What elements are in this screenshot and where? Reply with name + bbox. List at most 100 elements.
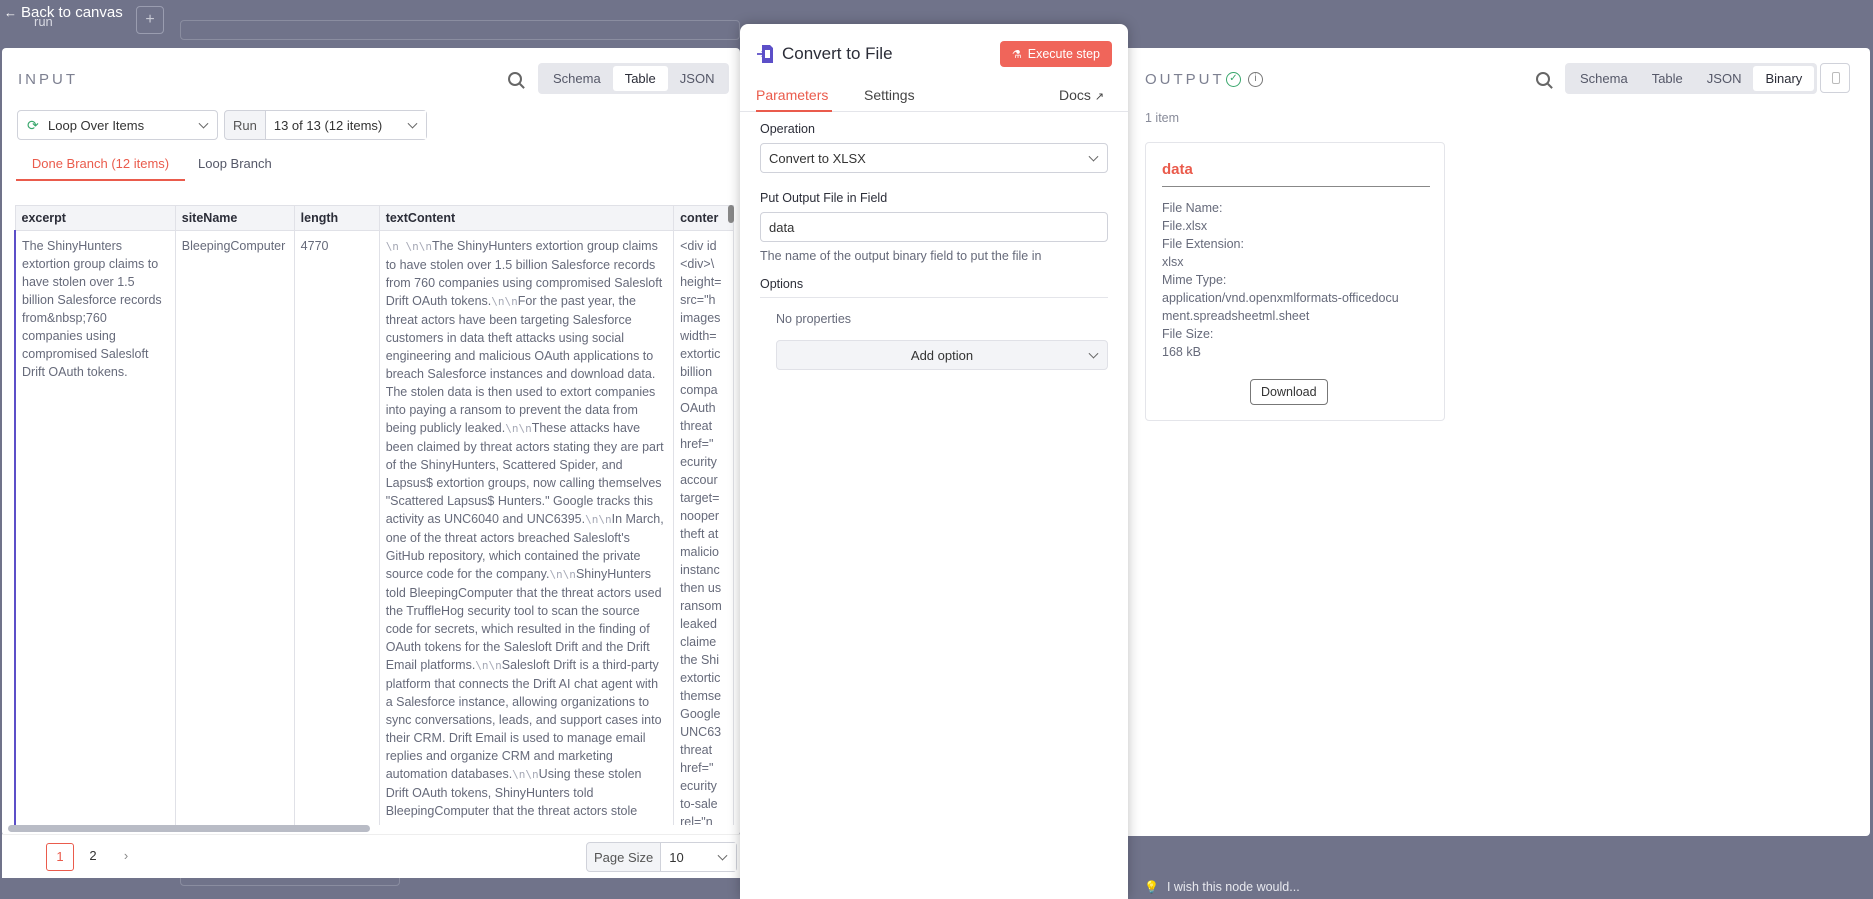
- meta-key-file-extension: File Extension:: [1162, 237, 1244, 251]
- chevron-down-icon: [1088, 151, 1099, 162]
- escaped-newline: \n \n\n: [385, 240, 433, 253]
- back-to-canvas-label: Back to canvas: [21, 4, 123, 21]
- input-view-json[interactable]: JSON: [668, 66, 727, 91]
- run-value: 13 of 13 (12 items): [265, 111, 426, 139]
- next-page-button[interactable]: ›: [112, 843, 140, 871]
- input-view-schema[interactable]: Schema: [541, 66, 613, 91]
- output-field-hint: The name of the output binary field to p…: [760, 249, 1042, 263]
- canvas-add-button[interactable]: +: [136, 6, 164, 34]
- content-line: themse: [680, 689, 722, 703]
- cell-length: 4770: [293, 230, 380, 825]
- run-select[interactable]: Run 13 of 13 (12 items): [224, 110, 427, 140]
- content-line: rel="n: [680, 815, 713, 825]
- output-field-label: Put Output File in Field: [760, 191, 888, 205]
- search-icon[interactable]: [508, 72, 522, 86]
- content-line: to-sale: [680, 797, 718, 811]
- output-view-json[interactable]: JSON: [1695, 66, 1754, 91]
- operation-value: Convert to XLSX: [769, 150, 866, 166]
- node-parameters: Operation Convert to XLSX Put Output Fil…: [760, 122, 1110, 370]
- binary-data-card: data File Name: File.xlsx File Extension…: [1145, 142, 1445, 421]
- page-button-1[interactable]: 1: [46, 843, 74, 871]
- chevron-down-icon: [198, 118, 209, 129]
- content-line: OAuth: [680, 401, 716, 415]
- binary-metadata: File Name: File.xlsx File Extension: xls…: [1162, 199, 1402, 361]
- text-segment: Salesloft Drift is a third-party platfor…: [385, 658, 662, 781]
- input-view-table[interactable]: Table: [612, 66, 668, 91]
- column-header-sitename[interactable]: siteName: [174, 205, 295, 231]
- tab-done-branch[interactable]: Done Branch (12 items): [16, 156, 185, 181]
- column-header-excerpt[interactable]: excerpt: [14, 205, 176, 231]
- content-line: images: [680, 311, 721, 325]
- canvas-node-ghost: [180, 20, 740, 40]
- info-icon[interactable]: i: [1248, 72, 1263, 87]
- content-line: threat: [680, 743, 713, 757]
- content-line: billion: [680, 365, 713, 379]
- content-line: Google: [680, 707, 721, 721]
- table-vertical-scrollbar[interactable]: [728, 205, 734, 223]
- table-header-row: excerpt siteName length textContent cont…: [14, 205, 734, 231]
- back-to-canvas-link[interactable]: ← Back to canvas: [4, 4, 123, 21]
- escaped-newline: \n\n: [491, 295, 518, 308]
- operation-select[interactable]: Convert to XLSX: [760, 143, 1108, 173]
- content-line: width=: [680, 329, 717, 343]
- arrow-left-icon: ←: [4, 5, 17, 20]
- node-title: Convert to File: [782, 44, 893, 63]
- execute-step-button[interactable]: ⚗ Execute step: [999, 41, 1112, 67]
- cell-content: <div id <div>\ height= src="h images width= ex…: [673, 230, 734, 825]
- options-label: Options: [760, 277, 1108, 298]
- output-view-table[interactable]: Table: [1640, 66, 1695, 91]
- content-line: compa: [680, 383, 718, 397]
- loop-icon: ⟳: [27, 117, 39, 133]
- docs-link[interactable]: Docs ↗: [1059, 87, 1104, 103]
- tab-parameters[interactable]: Parameters: [756, 87, 832, 112]
- content-line: height=: [680, 275, 722, 289]
- add-option-button[interactable]: Add option: [776, 340, 1108, 370]
- content-line: extortic: [680, 347, 721, 361]
- output-panel-title: OUTPUT: [1145, 71, 1225, 88]
- feedback-hint[interactable]: 💡 I wish this node would...: [1144, 880, 1300, 894]
- escaped-newline: \n\n: [549, 568, 576, 581]
- node-tabs: Parameters Settings Docs ↗: [740, 80, 1128, 112]
- output-view-binary[interactable]: Binary: [1753, 66, 1815, 91]
- pin-data-button[interactable]: [1820, 63, 1850, 93]
- binary-card-title: data: [1162, 161, 1430, 187]
- page-button-2[interactable]: 2: [79, 843, 107, 871]
- source-node-select[interactable]: ⟳ Loop Over Items: [17, 110, 218, 140]
- content-line: href=": [680, 761, 714, 775]
- column-header-textcontent[interactable]: textContent: [378, 205, 675, 231]
- column-header-content[interactable]: conter: [673, 205, 734, 231]
- column-header-length[interactable]: length: [293, 205, 380, 231]
- content-line: ecurity: [680, 779, 717, 793]
- source-node-value: Loop Over Items: [48, 117, 145, 133]
- page-size-select[interactable]: Page Size 10: [586, 842, 737, 872]
- content-line: ecurity: [680, 455, 717, 469]
- table-horizontal-scrollbar[interactable]: [8, 825, 370, 832]
- content-line: <div>\: [680, 257, 715, 271]
- escaped-newline: \n\n: [512, 768, 539, 781]
- cell-textcontent: \n \n\nThe ShinyHunters extortion group …: [378, 230, 675, 825]
- output-field-input[interactable]: data: [760, 212, 1108, 242]
- escaped-newline: \n\n: [585, 513, 612, 526]
- content-line: the Shi: [680, 653, 720, 667]
- table-row: The ShinyHunters extortion group claims …: [14, 230, 734, 825]
- search-icon[interactable]: [1536, 72, 1550, 86]
- input-view-switcher: Schema Table JSON: [538, 63, 730, 94]
- tab-loop-branch[interactable]: Loop Branch: [198, 156, 272, 171]
- download-button[interactable]: Download: [1250, 379, 1328, 405]
- external-link-icon: ↗: [1094, 91, 1105, 103]
- output-item-count: 1 item: [1145, 111, 1180, 125]
- input-table-container[interactable]: excerpt siteName length textContent cont…: [14, 205, 734, 825]
- meta-value-file-size: 168 kB: [1162, 345, 1201, 359]
- lightbulb-icon: 💡: [1144, 880, 1159, 894]
- content-line: <div id: [680, 239, 717, 253]
- content-line: malicio: [680, 545, 720, 559]
- content-line: instanc: [680, 563, 720, 577]
- meta-key-file-name: File Name:: [1162, 201, 1223, 215]
- pagination-bar: 1 2 › Page Size 10: [2, 834, 740, 878]
- cell-sitename: BleepingComputer: [174, 230, 295, 825]
- content-line: theft at: [680, 527, 719, 541]
- tab-settings[interactable]: Settings: [864, 87, 915, 103]
- output-view-schema[interactable]: Schema: [1568, 66, 1640, 91]
- text-segment: ShinyHunters told BleepingComputer that …: [385, 567, 662, 672]
- input-table: excerpt siteName length textContent cont…: [14, 205, 734, 825]
